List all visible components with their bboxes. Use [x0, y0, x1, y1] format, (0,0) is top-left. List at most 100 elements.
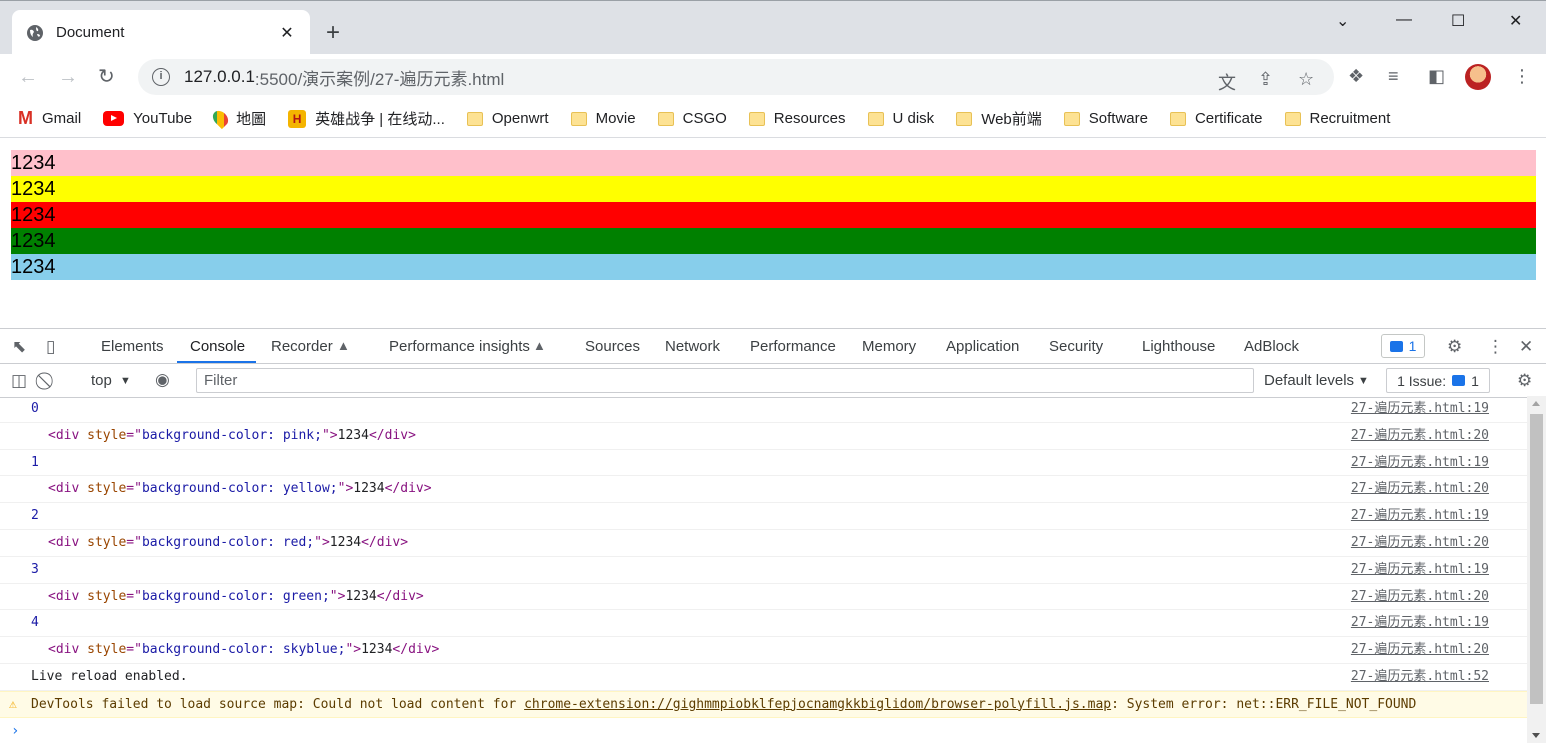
console-message: 2 27-遍历元素.html:19: [0, 503, 1527, 530]
extensions-icon[interactable]: ❖: [1348, 66, 1364, 87]
tab-elements[interactable]: Elements: [101, 338, 164, 355]
source-link[interactable]: 27-遍历元素.html:20: [1351, 637, 1489, 663]
source-link[interactable]: 27-遍历元素.html:20: [1351, 530, 1489, 556]
bookmark-movie[interactable]: Movie: [570, 110, 636, 127]
back-arrow-icon[interactable]: ←: [18, 65, 38, 89]
folder-icon: [748, 111, 765, 126]
source-link[interactable]: 27-遍历元素.html:20: [1351, 476, 1489, 502]
bookmark-recruitment[interactable]: Recruitment: [1284, 110, 1390, 127]
bookmark-gmail[interactable]: M Gmail: [18, 108, 81, 129]
new-tab-button[interactable]: +: [326, 21, 340, 45]
source-link[interactable]: 27-遍历元素.html:20: [1351, 423, 1489, 449]
row-red: 1234: [11, 202, 1536, 228]
tab-title: Document: [56, 24, 125, 41]
bookmark-maps[interactable]: 地圖: [210, 107, 266, 130]
bookmark-web[interactable]: Web前端: [956, 108, 1042, 129]
bookmark-hero[interactable]: H 英雄战争 | 在线动...: [288, 108, 445, 129]
console-warning: ⚠ DevTools failed to load source map: Cou…: [0, 690, 1527, 718]
tab-performance[interactable]: Performance: [750, 338, 836, 355]
tab-security[interactable]: Security: [1049, 338, 1103, 355]
bookmark-certificate[interactable]: Certificate: [1169, 110, 1263, 127]
folder-icon: [657, 111, 674, 126]
site-info-icon[interactable]: i: [152, 68, 170, 86]
folder-icon: [1284, 111, 1301, 126]
tab-network[interactable]: Network: [665, 338, 720, 355]
devtools-close-icon[interactable]: ✕: [1519, 337, 1533, 357]
row-green: 1234: [11, 228, 1536, 254]
tab-adblock[interactable]: AdBlock: [1244, 338, 1299, 355]
tab-sources[interactable]: Sources: [585, 338, 640, 355]
tab-close-icon[interactable]: ✕: [278, 23, 296, 43]
bookmark-resources[interactable]: Resources: [748, 110, 846, 127]
source-link[interactable]: 27-遍历元素.html:19: [1351, 450, 1489, 476]
url-host: 127.0.0.1: [184, 67, 255, 86]
source-link[interactable]: 27-遍历元素.html:19: [1351, 503, 1489, 529]
scroll-up-icon[interactable]: [1532, 401, 1540, 406]
source-link[interactable]: 27-遍历元素.html:19: [1351, 396, 1489, 422]
sidebar-toggle-icon[interactable]: ◫: [11, 371, 27, 391]
tab-application[interactable]: Application: [946, 338, 1019, 355]
context-dropdown-icon[interactable]: ▼: [120, 375, 131, 387]
console-message: 1 27-遍历元素.html:19: [0, 450, 1527, 477]
browser-tab[interactable]: Document ✕: [12, 10, 310, 55]
window-close-button[interactable]: ✕: [1509, 11, 1522, 31]
issues-counter[interactable]: 1 Issue: 1: [1386, 368, 1490, 393]
forward-arrow-icon[interactable]: →: [58, 65, 78, 89]
tab-recorder[interactable]: Recorder: [271, 338, 333, 355]
device-toolbar-icon[interactable]: ▯: [46, 337, 55, 357]
address-bar[interactable]: i 127.0.0.1:5500/演示案例/27-遍历元素.html 文 ⇪ ☆: [138, 59, 1334, 95]
tab-search-chevron-icon[interactable]: ⌄: [1336, 11, 1349, 31]
source-map-link[interactable]: chrome-extension://gighmmpiobklfepjocnam…: [524, 697, 1111, 712]
console-message: <div style="background-color: skyblue;">…: [0, 637, 1527, 664]
folder-icon: [466, 111, 483, 126]
side-panel-icon[interactable]: ◧: [1428, 66, 1445, 87]
log-levels-dropdown[interactable]: Default levels: [1264, 372, 1354, 389]
settings-gear-icon[interactable]: ⚙: [1447, 337, 1462, 357]
folder-icon: [570, 111, 587, 126]
bookmark-openwrt[interactable]: Openwrt: [466, 110, 549, 127]
tab-strip: Document ✕ + ⌄ — ☐ ✕: [0, 0, 1546, 55]
live-expression-eye-icon[interactable]: ◉: [155, 370, 170, 390]
minimize-button[interactable]: —: [1396, 11, 1412, 29]
source-link[interactable]: 27-遍历元素.html:19: [1351, 610, 1489, 636]
devtools-menu-icon[interactable]: ⋮: [1487, 337, 1504, 357]
tab-memory[interactable]: Memory: [862, 338, 916, 355]
profile-avatar[interactable]: [1465, 64, 1491, 90]
console-prompt[interactable]: ›: [0, 718, 1527, 743]
maximize-button[interactable]: ☐: [1451, 11, 1465, 31]
bookmark-youtube[interactable]: YouTube: [103, 110, 192, 127]
source-link[interactable]: 27-遍历元素.html:52: [1351, 664, 1489, 690]
scroll-down-icon[interactable]: [1532, 733, 1540, 738]
levels-dropdown-icon[interactable]: ▼: [1358, 375, 1369, 387]
warning-icon: ⚠: [9, 696, 17, 712]
scroll-thumb[interactable]: [1530, 414, 1543, 704]
tab-lighthouse[interactable]: Lighthouse: [1142, 338, 1215, 355]
console-message: 0 27-遍历元素.html:19: [0, 396, 1527, 423]
inspect-element-icon[interactable]: ⬉: [12, 337, 26, 357]
console-scrollbar[interactable]: [1527, 396, 1546, 743]
tab-console[interactable]: Console: [190, 338, 245, 355]
media-control-icon[interactable]: ≡: [1388, 66, 1399, 87]
issues-badge[interactable]: 1: [1381, 334, 1425, 358]
console-message: <div style="background-color: pink;">123…: [0, 423, 1527, 450]
tab-performance-insights[interactable]: Performance insights: [389, 338, 530, 355]
context-selector[interactable]: top: [91, 372, 112, 389]
page-viewport: 1234 1234 1234 1234 1234: [0, 139, 1546, 328]
source-link[interactable]: 27-遍历元素.html:19: [1351, 557, 1489, 583]
console-filter-input[interactable]: Filter: [196, 368, 1254, 393]
console-settings-gear-icon[interactable]: ⚙: [1517, 371, 1532, 391]
bookmark-star-icon[interactable]: ☆: [1298, 69, 1314, 90]
message-icon: [1452, 375, 1466, 386]
translate-icon[interactable]: 文: [1218, 69, 1236, 95]
bookmark-software[interactable]: Software: [1063, 110, 1148, 127]
source-link[interactable]: 27-遍历元素.html:20: [1351, 584, 1489, 610]
share-icon[interactable]: ⇪: [1258, 69, 1273, 90]
browser-toolbar: ← → ↻ i 127.0.0.1:5500/演示案例/27-遍历元素.html…: [0, 54, 1546, 100]
gmail-icon: M: [18, 108, 33, 128]
browser-menu-icon[interactable]: ⋮: [1513, 66, 1531, 87]
bookmark-u-disk[interactable]: U disk: [867, 110, 934, 127]
folder-icon: [956, 111, 973, 126]
reload-icon[interactable]: ↻: [98, 65, 115, 89]
row-pink: 1234: [11, 150, 1536, 176]
bookmark-csgo[interactable]: CSGO: [657, 110, 727, 127]
